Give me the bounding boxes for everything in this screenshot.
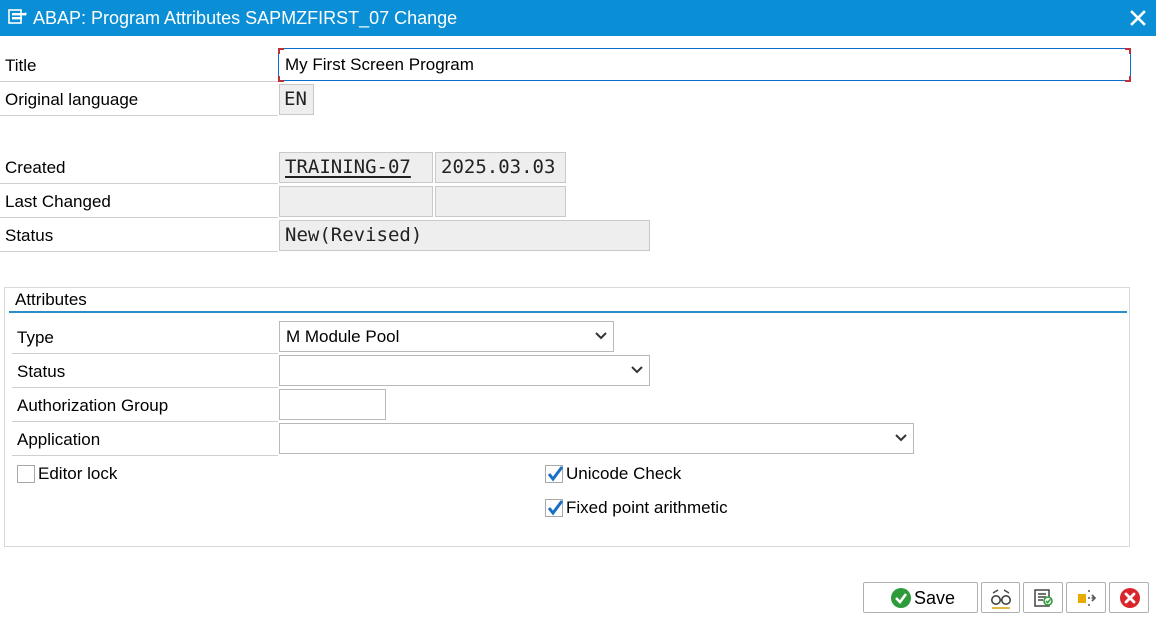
type-value: M Module Pool (286, 327, 400, 346)
title-label: Title (0, 48, 278, 82)
focus-corner (278, 48, 284, 54)
created-date-field: 2025.03.03 (435, 152, 566, 183)
fixed-point-checkbox[interactable] (545, 499, 564, 517)
status-field: New(Revised) (279, 220, 650, 251)
close-icon[interactable] (1128, 8, 1148, 28)
save-button[interactable]: Save (863, 582, 978, 613)
window-titlebar: ABAP: Program Attributes SAPMZFIRST_07 C… (0, 0, 1156, 36)
checkmark-icon (547, 466, 564, 482)
program-icon (8, 9, 27, 24)
save-icon (891, 588, 911, 608)
created-user-field: TRAINING-07 (279, 152, 433, 183)
application-label: Application (12, 422, 278, 456)
fixed-point-label: Fixed point arithmetic (566, 498, 728, 517)
cancel-button[interactable] (1109, 582, 1149, 613)
last-changed-user-field (279, 186, 433, 217)
check-icon (1034, 589, 1053, 607)
focus-corner (278, 76, 284, 82)
window-title: ABAP: Program Attributes SAPMZFIRST_07 C… (33, 8, 458, 28)
check-button[interactable] (1023, 582, 1063, 613)
chevron-down-icon (895, 434, 907, 442)
unicode-check-checkbox[interactable] (545, 465, 564, 483)
group-divider (9, 311, 1127, 313)
transport-icon (1078, 590, 1097, 606)
chevron-down-icon (595, 332, 607, 340)
original-language-label: Original language (0, 82, 278, 116)
title-input[interactable] (278, 48, 1131, 81)
created-user-link[interactable]: TRAINING-07 (285, 156, 411, 178)
editor-lock-checkbox[interactable] (17, 465, 35, 483)
created-label: Created (0, 150, 278, 184)
unicode-check-label: Unicode Check (566, 464, 682, 483)
display-glasses-icon (991, 589, 1011, 609)
checkmark-icon (547, 500, 564, 516)
authorization-group-label: Authorization Group (12, 388, 278, 422)
transport-button[interactable] (1066, 582, 1106, 613)
program-status-dropdown[interactable] (279, 355, 650, 386)
last-changed-label: Last Changed (0, 184, 278, 218)
editor-lock-label: Editor lock (38, 464, 118, 483)
chevron-down-icon (631, 366, 643, 374)
display-button[interactable] (981, 582, 1020, 613)
focus-corner (1125, 48, 1131, 54)
last-changed-date-field (435, 186, 566, 217)
attributes-group-title: Attributes (15, 290, 87, 309)
original-language-field: EN (279, 84, 314, 115)
program-status-label: Status (12, 354, 278, 388)
focus-corner (1125, 76, 1131, 82)
save-button-label: Save (914, 588, 956, 608)
cancel-icon (1120, 588, 1140, 608)
authorization-group-input[interactable] (279, 389, 386, 420)
type-label: Type (12, 320, 278, 354)
type-dropdown[interactable]: M Module Pool (279, 321, 614, 352)
application-dropdown[interactable] (279, 423, 914, 454)
status-label: Status (0, 218, 278, 252)
